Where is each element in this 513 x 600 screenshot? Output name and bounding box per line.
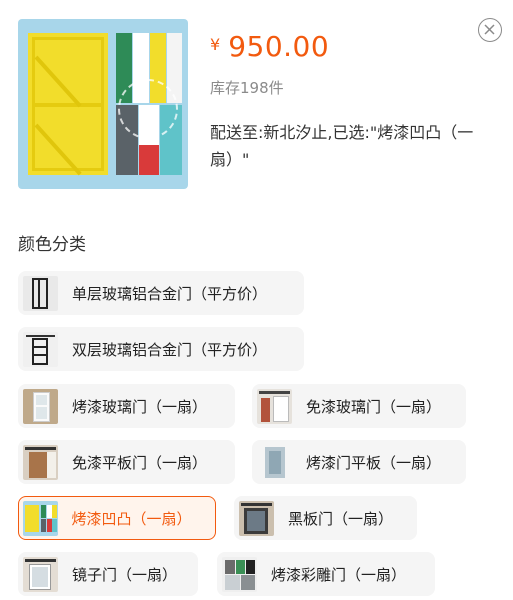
option-label: 免漆玻璃门（一扇）	[306, 397, 442, 416]
option-label: 烤漆彩雕门（一扇）	[271, 565, 407, 584]
single-glass-door-thumb	[23, 275, 58, 311]
painted-glass-door-thumb	[23, 388, 58, 424]
unpainted-glass-door-thumb	[257, 388, 292, 424]
option-painted-relief-door[interactable]: 烤漆凹凸（一扇）	[18, 496, 216, 540]
price-value: 950.00	[228, 30, 330, 63]
price: ¥950.00	[210, 30, 329, 63]
option-painted-flat-door[interactable]: 烤漆门平板（一扇）	[252, 440, 466, 484]
option-label: 黑板门（一扇）	[288, 509, 394, 528]
option-mirror-door[interactable]: 镜子门（一扇）	[18, 552, 198, 596]
painted-flat-door-thumb	[257, 444, 292, 480]
currency-symbol: ¥	[210, 35, 221, 54]
option-double-glass-door[interactable]: 双层玻璃铝合金门（平方价）	[18, 327, 304, 371]
option-label: 烤漆玻璃门（一扇）	[72, 397, 208, 416]
option-label: 烤漆凹凸（一扇）	[71, 509, 192, 528]
option-blackboard-door[interactable]: 黑板门（一扇）	[234, 496, 417, 540]
product-image	[18, 19, 188, 189]
watermark-seal	[118, 79, 178, 139]
option-painted-glass-door[interactable]: 烤漆玻璃门（一扇）	[18, 384, 235, 428]
mirror-door-thumb	[23, 556, 58, 592]
painted-carved-door-thumb	[222, 556, 257, 592]
option-single-glass-door[interactable]: 单层玻璃铝合金门（平方价）	[18, 271, 304, 315]
close-button[interactable]	[478, 18, 502, 42]
delivery-selection-text: 配送至:新北汐止,已选:"烤漆凹凸（一扇）"	[210, 123, 474, 169]
section-title-color: 颜色分类	[18, 235, 86, 255]
stock-count: 库存198件	[210, 79, 284, 97]
blackboard-door-thumb	[239, 500, 274, 536]
option-label: 双层玻璃铝合金门（平方价）	[72, 340, 268, 359]
yellow-barn-door-image	[28, 33, 108, 175]
double-glass-door-thumb	[23, 331, 58, 367]
close-icon	[484, 24, 495, 35]
painted-relief-door-thumb	[22, 500, 58, 536]
option-unpainted-flat-door[interactable]: 免漆平板门（一扇）	[18, 440, 235, 484]
option-unpainted-glass-door[interactable]: 免漆玻璃门（一扇）	[252, 384, 466, 428]
option-painted-carved-door[interactable]: 烤漆彩雕门（一扇）	[217, 552, 435, 596]
unpainted-flat-door-thumb	[23, 444, 58, 480]
option-label: 镜子门（一扇）	[72, 565, 178, 584]
option-label: 免漆平板门（一扇）	[72, 453, 208, 472]
option-label: 烤漆门平板（一扇）	[306, 453, 442, 472]
option-label: 单层玻璃铝合金门（平方价）	[72, 284, 268, 303]
